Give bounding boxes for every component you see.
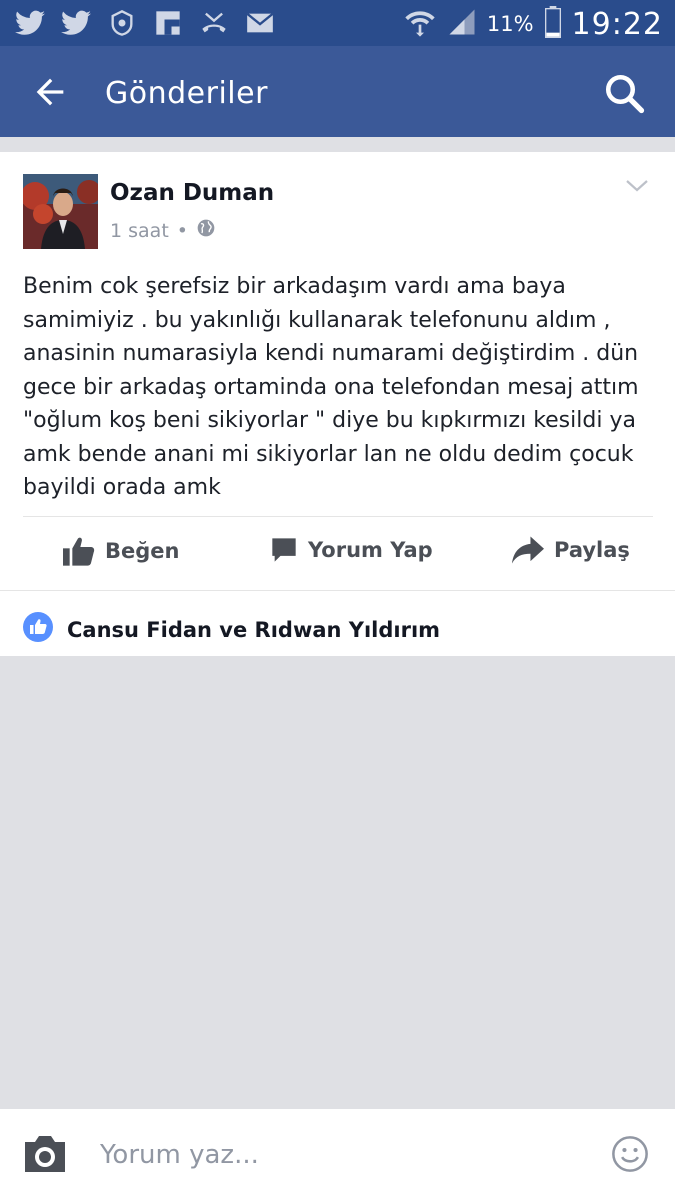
smiley-icon — [612, 1136, 648, 1172]
like-badge-icon — [23, 612, 53, 647]
search-icon — [605, 74, 645, 114]
battery-icon — [544, 6, 562, 42]
likers-names: Cansu Fidan ve Rıdwan Yıldırım — [67, 617, 441, 642]
comment-icon — [272, 538, 296, 562]
likers-row[interactable]: Cansu Fidan ve Rıdwan Yıldırım — [23, 612, 440, 647]
clock: 19:22 — [571, 6, 663, 42]
signal-icon — [447, 7, 477, 41]
status-bar: 11% 19:22 — [0, 0, 675, 46]
flipboard-icon — [152, 8, 184, 38]
battery-percent: 11% — [486, 12, 534, 36]
mail-icon — [244, 8, 276, 38]
app-bar: Gönderiler — [0, 46, 675, 137]
avatar[interactable] — [23, 174, 98, 249]
comment-input[interactable] — [100, 1133, 580, 1177]
like-button[interactable]: Beğen — [63, 536, 179, 566]
share-label: Paylaş — [554, 538, 630, 562]
post-time[interactable]: 1 saat — [110, 220, 169, 242]
emoji-button[interactable] — [611, 1135, 649, 1173]
post-actions: Beğen Yorum Yap Paylaş — [0, 518, 675, 590]
comment-button[interactable]: Yorum Yap — [270, 536, 433, 564]
globe-icon — [196, 218, 216, 243]
post-text: Benim cok şerefsiz bir arkadaşım vardı a… — [23, 274, 639, 500]
system-status: 11% 19:22 — [403, 6, 663, 42]
author-name[interactable]: Ozan Duman — [110, 180, 274, 206]
empty-area — [0, 656, 675, 1109]
page-title: Gönderiler — [105, 76, 268, 111]
divider — [23, 516, 653, 517]
like-label: Beğen — [105, 539, 180, 563]
notification-icons — [14, 8, 276, 38]
divider — [0, 590, 675, 591]
post-menu-button[interactable] — [625, 178, 649, 194]
share-icon — [512, 536, 544, 564]
arrow-left-icon — [36, 78, 64, 106]
post-card: Ozan Duman 1 saat • Benim cok şerefsiz b… — [0, 152, 675, 656]
chevron-down-icon — [626, 180, 648, 192]
comment-composer — [0, 1109, 675, 1200]
post-meta: 1 saat • — [110, 218, 216, 243]
meta-separator: • — [176, 219, 188, 242]
back-button[interactable] — [28, 72, 72, 112]
twitter-icon — [14, 8, 46, 38]
share-button[interactable]: Paylaş — [512, 536, 630, 564]
search-button[interactable] — [603, 72, 645, 114]
vodafone-icon — [106, 8, 138, 38]
comment-label: Yorum Yap — [308, 538, 433, 562]
thumbs-up-icon — [63, 537, 95, 566]
missed-call-icon — [198, 8, 230, 38]
wifi-icon — [403, 6, 437, 42]
separator-strip — [0, 137, 675, 152]
camera-icon — [25, 1136, 65, 1172]
twitter-icon — [60, 8, 92, 38]
camera-button[interactable] — [21, 1134, 69, 1174]
